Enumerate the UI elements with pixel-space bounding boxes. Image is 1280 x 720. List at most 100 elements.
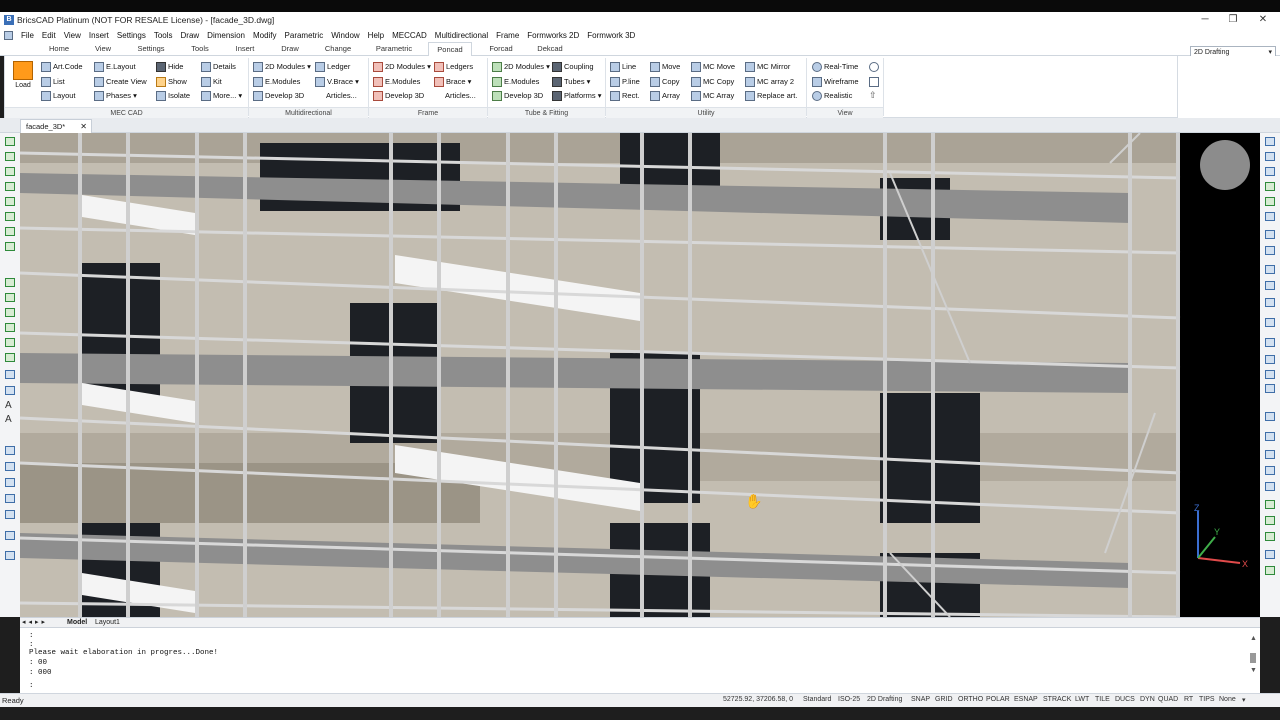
show-button[interactable]: Show [156,75,187,88]
tab-change[interactable]: Change [318,42,358,56]
view-front-icon[interactable] [1265,281,1275,290]
menu-frame[interactable]: Frame [492,31,523,40]
tab-tools[interactable]: Tools [182,42,218,56]
donut-tool-icon[interactable] [5,370,15,379]
pan-button[interactable] [869,75,881,88]
rotate-tool-icon[interactable] [5,531,15,540]
menu-parametric[interactable]: Parametric [281,31,328,40]
chevron-down-icon[interactable]: ▾ [1242,696,1246,704]
coupling-button[interactable]: Coupling [552,60,594,73]
menu-help[interactable]: Help [364,31,388,40]
center-mark-icon[interactable] [1265,516,1275,525]
move-tool-icon[interactable] [5,510,15,519]
continue-icon[interactable] [1265,550,1275,559]
refresh-icon[interactable] [1265,246,1275,255]
spline-tool-icon[interactable] [5,227,15,236]
point-tool-icon[interactable] [5,293,15,302]
status-rt[interactable]: RT [1184,696,1193,703]
tubes-button[interactable]: Tubes ▾ [552,75,590,88]
tab-insert[interactable]: Insert [226,42,264,56]
tab-forcad[interactable]: Forcad [482,42,520,56]
menu-dimension[interactable]: Dimension [203,31,249,40]
kit-button[interactable]: Kit [201,75,222,88]
layout-button[interactable]: Layout [41,89,76,102]
scroll-thumb[interactable] [1250,653,1256,663]
ledger-button[interactable]: Ledger [315,60,350,73]
tab-settings[interactable]: Settings [130,42,172,56]
scale-tool-icon[interactable] [5,551,15,560]
tab-draw[interactable]: Draw [272,42,308,56]
mc-move-button[interactable]: MC Move [691,60,735,73]
edit-icon[interactable] [1265,197,1275,206]
tab-parametric[interactable]: Parametric [370,42,418,56]
insert-block-icon[interactable] [5,278,15,287]
status-strack[interactable]: STRACK [1043,696,1071,703]
status-snap[interactable]: SNAP [911,696,930,703]
document-tab[interactable]: facade_3D* ✕ [20,119,92,133]
zoom-window-icon[interactable] [1265,137,1275,146]
md-2d-modules-button[interactable]: 2D Modules ▾ [253,60,311,73]
rect-button[interactable]: Rect. [610,89,640,102]
menu-tools[interactable]: Tools [150,31,177,40]
tab-home[interactable]: Home [40,42,78,56]
fr-2d-modules-button[interactable]: 2D Modules ▾ [373,60,431,73]
status-esnap[interactable]: ESNAP [1014,696,1038,703]
wireframe-button[interactable]: Wireframe [812,75,859,88]
tab-dekcad[interactable]: Dekcad [530,42,570,56]
text-tool-icon[interactable]: A [5,400,12,411]
mc-array-2-button[interactable]: MC array 2 [745,75,794,88]
pline-button[interactable]: P.line [610,75,640,88]
menu-edit[interactable]: Edit [38,31,60,40]
pan-icon[interactable] [1265,167,1275,176]
tf-2d-modules-button[interactable]: 2D Modules ▾ [492,60,550,73]
dimension-icon[interactable] [1265,412,1275,421]
revcloud-tool-icon[interactable] [5,338,15,347]
create-view-button[interactable]: Create View [94,75,147,88]
menu-meccad[interactable]: MECCAD [388,31,431,40]
view-grid-icon[interactable] [1265,298,1275,307]
brace-button[interactable]: Brace ▾ [434,75,471,88]
tab-poncad[interactable]: Poncad [428,42,472,57]
menu-formworks-2d[interactable]: Formworks 2D [523,31,583,40]
boundary-tool-icon[interactable] [5,353,15,362]
status-ortho[interactable]: ORTHO [958,696,983,703]
angle-icon[interactable] [1265,450,1275,459]
arc-tool-icon[interactable] [5,197,15,206]
measure-icon[interactable] [1265,432,1275,441]
restore-button[interactable]: ❐ [1218,12,1248,28]
status-polar[interactable]: POLAR [986,696,1010,703]
view-back-icon[interactable] [1265,355,1275,364]
pencil-icon[interactable] [1265,182,1275,191]
fr-develop-3d-button[interactable]: Develop 3D [373,89,424,102]
menu-draw[interactable]: Draw [177,31,204,40]
md-articles-button[interactable]: Articles... [326,89,357,102]
region-tool-icon[interactable] [5,323,15,332]
scroll-down-icon[interactable]: ▼ [1250,667,1257,675]
command-input[interactable]: : [29,682,34,690]
menu-modify[interactable]: Modify [249,31,281,40]
isolate-button[interactable]: Isolate [156,89,190,102]
line-button[interactable]: Line [610,60,636,73]
model-viewport[interactable]: ✋ Z X Y [20,133,1260,617]
status-tips[interactable]: TIPS [1199,696,1215,703]
copy-button[interactable]: Copy [650,75,680,88]
view-bottom-icon[interactable] [1265,370,1275,379]
ledgers-button[interactable]: Ledgers [434,60,473,73]
v-brace-button[interactable]: V.Brace ▾ [315,75,359,88]
line-tool-icon[interactable] [5,137,15,146]
copy-tool-icon[interactable] [5,446,15,455]
status-dim-style[interactable]: ISO-25 [838,696,860,703]
real-time-button[interactable]: Real-Time [812,60,858,73]
art-code-button[interactable]: Art.Code [41,60,83,73]
ordinate-icon[interactable] [1265,566,1275,575]
baseline-icon[interactable] [1265,532,1275,541]
mc-copy-button[interactable]: MC Copy [691,75,734,88]
md-e-modules-button[interactable]: E.Modules [253,75,300,88]
navigation-wheel[interactable] [1200,140,1250,190]
orbit-button[interactable] [869,60,881,73]
ellipse-tool-icon[interactable] [5,242,15,251]
status-workspace[interactable]: 2D Drafting [867,696,902,703]
list-button[interactable]: List [41,75,65,88]
menu-file[interactable]: File [17,31,38,40]
view-top-icon[interactable] [1265,265,1275,274]
